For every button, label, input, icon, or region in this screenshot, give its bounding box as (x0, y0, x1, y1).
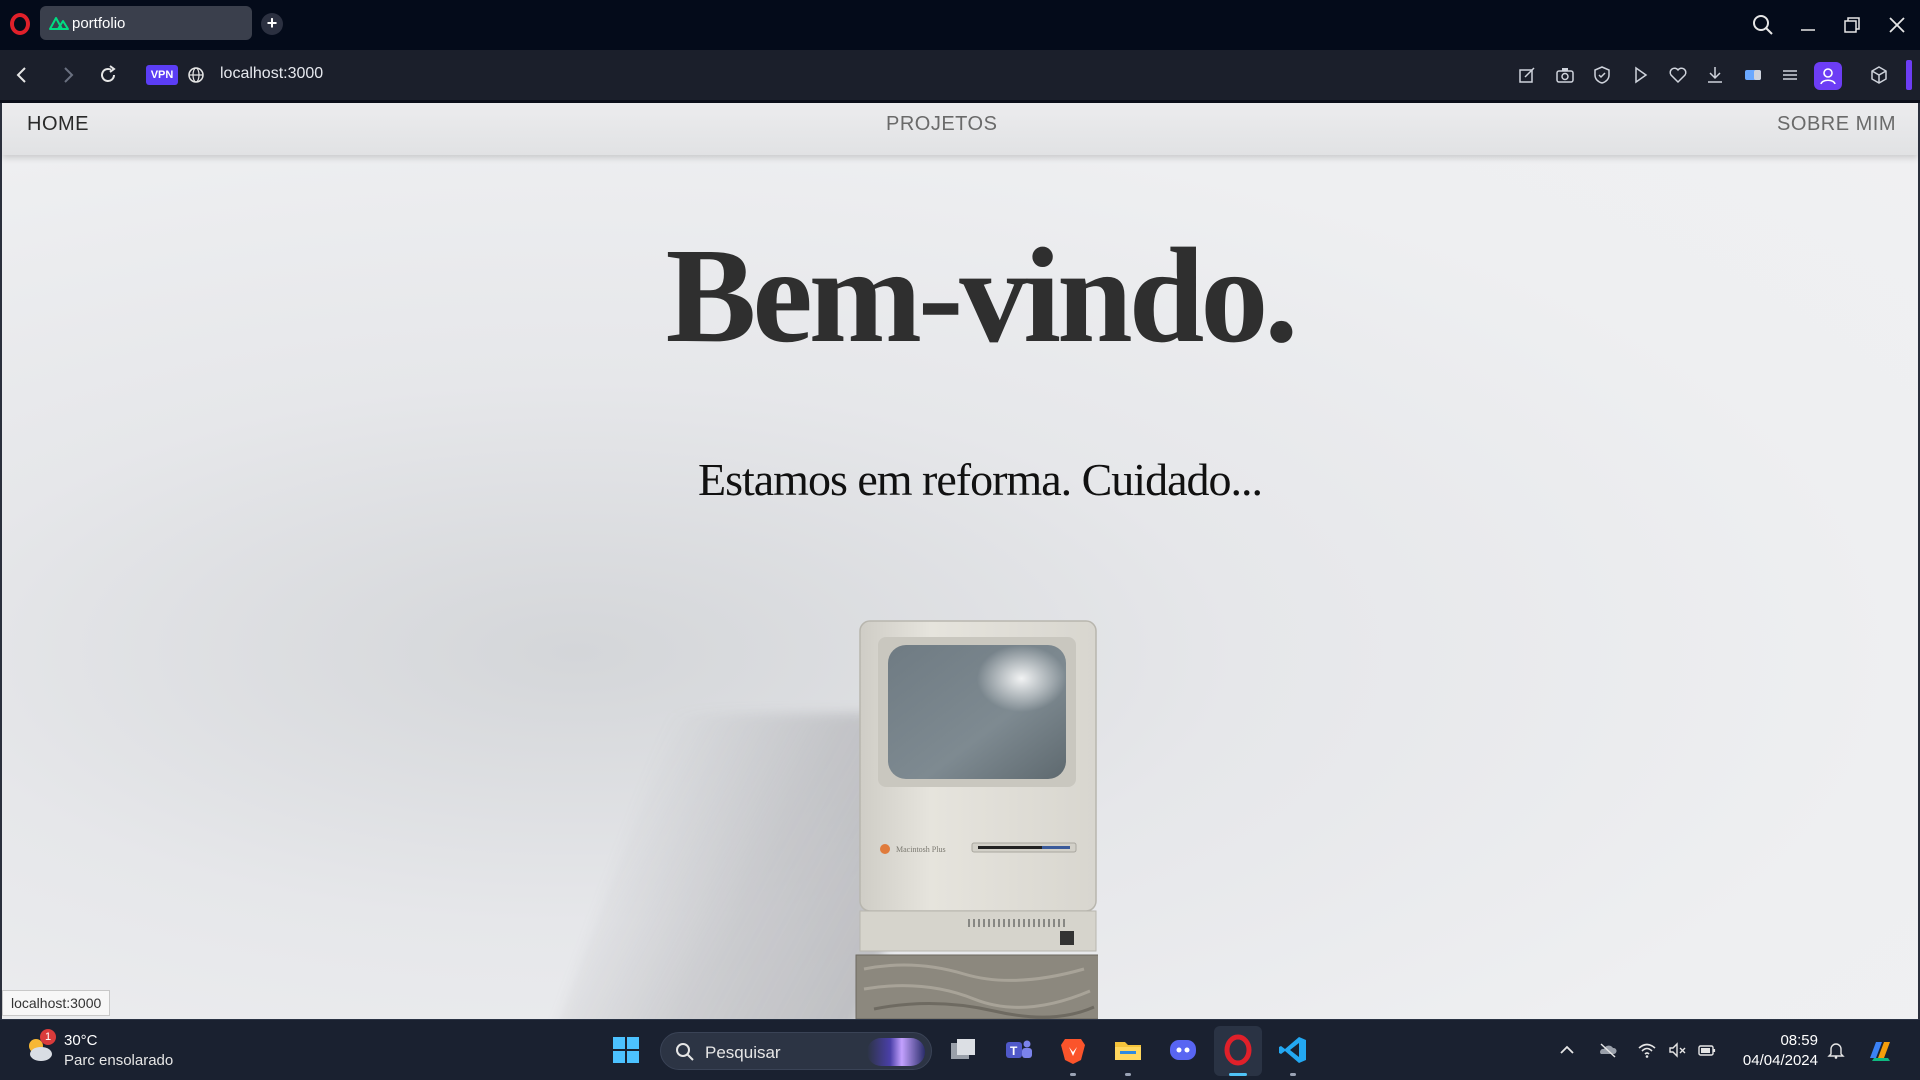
address-bar: VPN localhost:3000 (0, 50, 1920, 100)
notification-bell-icon[interactable] (1826, 1040, 1846, 1060)
easy-setup-icon[interactable] (1778, 63, 1802, 87)
taskbar-search[interactable]: Pesquisar (660, 1032, 932, 1070)
battery-icon[interactable] (1697, 1040, 1717, 1060)
weather-temperature[interactable]: 30°C (64, 1032, 98, 1049)
nav-about-link[interactable]: SOBRE MIM (1777, 113, 1896, 136)
reload-icon[interactable] (96, 63, 120, 87)
vscode-icon[interactable] (1277, 1034, 1309, 1066)
sidebar-toggle[interactable] (1906, 60, 1912, 90)
search-label: Pesquisar (705, 1043, 781, 1062)
tab-portfolio[interactable]: portfolio (40, 6, 252, 40)
onedrive-icon[interactable] (1598, 1040, 1618, 1060)
weather-alert-badge: 1 (40, 1029, 56, 1045)
url-field[interactable]: localhost:3000 (220, 65, 323, 83)
opera-icon[interactable] (1222, 1034, 1254, 1066)
edit-share-icon[interactable] (1515, 63, 1539, 87)
restore-icon[interactable] (1839, 12, 1865, 38)
task-view-icon[interactable] (947, 1034, 979, 1066)
forward-icon[interactable] (56, 63, 80, 87)
hero-title: Bem-vindo. (665, 221, 1299, 371)
link-status-tooltip: localhost:3000 (2, 990, 111, 1016)
user-icon (1820, 68, 1836, 85)
site-navbar: HOME PROJETOS SOBRE MIM (2, 103, 1918, 155)
site-info-icon[interactable] (186, 65, 206, 85)
opera-active-indicator (1229, 1073, 1247, 1076)
close-icon[interactable] (1884, 12, 1910, 38)
copilot-icon[interactable] (1864, 1034, 1896, 1066)
search-icon (676, 1043, 694, 1061)
windows-taskbar: 1 30°C Parc ensolarado Pesquisar T 08:59… (0, 1019, 1920, 1080)
heart-icon[interactable] (1666, 63, 1690, 87)
brave-icon[interactable] (1057, 1034, 1089, 1066)
discord-icon[interactable] (1167, 1034, 1199, 1066)
search-icon[interactable] (1750, 12, 1776, 38)
svg-text:Macintosh Plus: Macintosh Plus (896, 845, 946, 854)
camera-icon[interactable] (1553, 63, 1577, 87)
opera-menu-icon[interactable] (10, 13, 30, 35)
browser-titlebar: portfolio + (0, 0, 1920, 50)
battery-saver-icon[interactable] (1741, 63, 1765, 87)
teams-icon[interactable]: T (1002, 1034, 1034, 1066)
play-icon[interactable] (1628, 63, 1652, 87)
wifi-icon[interactable] (1637, 1040, 1657, 1060)
download-icon[interactable] (1703, 63, 1727, 87)
speaker-muted-icon[interactable] (1667, 1040, 1687, 1060)
new-tab-button[interactable]: + (261, 13, 283, 35)
svg-text:T: T (1010, 1044, 1018, 1058)
hero-subtitle: Estamos em reforma. Cuidado... (697, 454, 1263, 505)
vscode-running-indicator (1290, 1073, 1296, 1076)
minimize-icon[interactable] (1795, 12, 1821, 38)
brave-running-indicator (1070, 1073, 1076, 1076)
chevron-up-icon[interactable] (1557, 1040, 1577, 1060)
profile-button[interactable] (1814, 62, 1842, 90)
page-viewport: HOME PROJETOS SOBRE MIM Bem-vindo. Estam… (0, 103, 1920, 1019)
nav-home-link[interactable]: HOME (27, 113, 89, 136)
search-highlight-image (867, 1038, 925, 1066)
shield-icon[interactable] (1590, 63, 1614, 87)
nav-projects-link[interactable]: PROJETOS (886, 113, 997, 136)
vpn-badge[interactable]: VPN (146, 65, 178, 85)
clock-time[interactable]: 08:59 (1752, 1032, 1818, 1049)
tab-title: portfolio (72, 15, 126, 32)
explorer-running-indicator (1125, 1073, 1131, 1076)
weather-description[interactable]: Parc ensolarado (64, 1052, 173, 1069)
windows-start-icon[interactable] (610, 1034, 642, 1066)
back-icon[interactable] (10, 63, 34, 87)
macintosh-computer-image: Macintosh Plus (855, 620, 1098, 1019)
file-explorer-icon[interactable] (1112, 1034, 1144, 1066)
extensions-cube-icon[interactable] (1867, 63, 1891, 87)
nuxt-icon (49, 17, 69, 30)
clock-date[interactable]: 04/04/2024 (1730, 1052, 1818, 1069)
